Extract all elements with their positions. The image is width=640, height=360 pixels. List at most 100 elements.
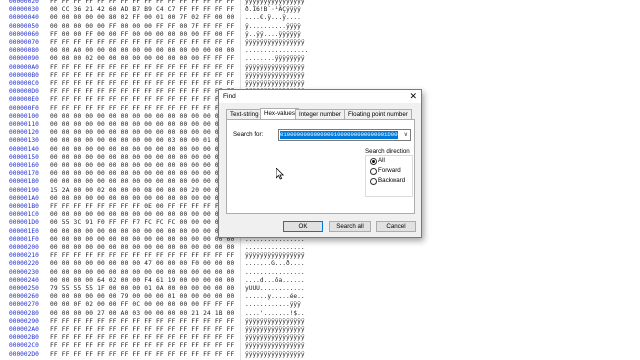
- row-bytes[interactable]: 00 00 00 00 00 00 00 00 00 00 00 00 00 0…: [50, 195, 234, 203]
- row-bytes[interactable]: 00 00 00 00 00 00 00 00 00 00 00 00 00 0…: [50, 162, 234, 170]
- row-bytes[interactable]: 00 00 00 00 00 00 00 00 00 00 00 00 00 0…: [50, 211, 234, 219]
- row-ascii[interactable]: ÿÿÿÿÿÿÿÿÿÿÿÿÿÿÿÿ: [245, 80, 305, 88]
- search-for-value[interactable]: 01000000000000001000000000000001D000000: [280, 131, 398, 139]
- row-bytes[interactable]: FF FF FF FF FF FF FF FF FF FF FF FF FF F…: [50, 334, 234, 342]
- row-offset: 000001D0: [9, 219, 39, 227]
- row-ascii[interactable]: ................: [245, 269, 305, 277]
- row-bytes[interactable]: 00 00 00 00 00 00 00 00 00 00 00 00 00 0…: [50, 269, 234, 277]
- row-bytes[interactable]: 00 00 00 00 27 00 A0 03 00 00 00 00 21 2…: [50, 310, 234, 318]
- row-bytes[interactable]: FF 00 00 FF 00 00 FF 00 00 00 00 00 00 F…: [50, 31, 234, 39]
- row-offset: 00000190: [9, 186, 39, 194]
- row-ascii[interactable]: ÿÿÿÿÿÿÿÿÿÿÿÿÿÿÿÿ: [245, 252, 305, 260]
- row-offset: 00000100: [9, 112, 39, 120]
- radio-all-label[interactable]: All: [378, 157, 385, 164]
- row-ascii[interactable]: ............ÿÿÿ: [245, 301, 301, 309]
- row-bytes[interactable]: FF FF FF FF FF FF FF FF FF FF FF FF FF F…: [50, 342, 234, 350]
- row-bytes[interactable]: 00 00 00 00 00 00 00 00 00 00 00 00 00 0…: [50, 121, 234, 129]
- row-bytes[interactable]: 00 00 00 00 00 00 00 00 00 00 00 00 00 0…: [50, 178, 234, 186]
- row-ascii[interactable]: yUUU............: [245, 285, 305, 293]
- row-ascii[interactable]: ÿÿÿÿÿÿÿÿÿÿÿÿÿÿÿÿ: [245, 351, 305, 359]
- row-bytes[interactable]: 00 00 00 00 00 00 79 00 00 00 01 00 00 0…: [50, 293, 234, 301]
- row-bytes[interactable]: FF FF FF FF FF FF FF FF FF FF FF FF FF F…: [50, 96, 234, 104]
- row-bytes[interactable]: 00 00 00 00 00 00 00 00 47 00 00 00 F0 0…: [50, 260, 234, 268]
- row-ascii[interactable]: ........ÿÿÿÿÿÿÿÿ: [245, 55, 305, 63]
- row-bytes[interactable]: FF FF FF FF FF FF FF FF FF FF FF FF FF F…: [50, 39, 234, 47]
- row-offset: 000000C0: [9, 80, 39, 87]
- row-bytes[interactable]: 00 00 00 00 00 00 00 00 00 00 00 00 00 0…: [50, 170, 234, 178]
- search-for-combobox[interactable]: 01000000000000001000000000000001D000000 …: [278, 129, 411, 141]
- row-ascii[interactable]: ð.Ì6!B`­·¹ÄÇÿÿÿÿ: [245, 6, 301, 14]
- row-ascii[interactable]: ÿ..ÿÿ....ÿÿÿÿÿÿ: [245, 31, 301, 39]
- row-bytes[interactable]: 00 00 00 00 00 00 00 00 00 00 00 00 00 0…: [50, 236, 234, 244]
- row-offset: 00000140: [9, 145, 39, 153]
- row-bytes[interactable]: 00 00 00 00 00 00 00 00 00 00 00 00 00 0…: [50, 129, 234, 137]
- row-ascii[interactable]: ....d...ôa......: [245, 277, 305, 285]
- row-offset: 00000150: [9, 153, 39, 161]
- row-ascii[interactable]: ................: [245, 244, 305, 252]
- row-offset: 000000E0: [9, 96, 39, 104]
- row-bytes[interactable]: 00 00 00 00 64 02 00 00 F4 61 19 00 00 0…: [50, 277, 234, 285]
- radio-backward[interactable]: [370, 178, 377, 185]
- row-bytes[interactable]: 15 2A 00 00 02 00 00 00 08 00 00 00 20 0…: [50, 187, 234, 195]
- row-ascii[interactable]: ÿÿÿÿÿÿÿÿÿÿÿÿÿÿÿÿ: [245, 342, 305, 350]
- radio-all[interactable]: [370, 158, 377, 165]
- row-ascii[interactable]: ÿÿÿÿÿÿÿÿÿÿÿÿÿÿÿÿ: [245, 64, 305, 72]
- row-ascii[interactable]: .......G...ð....: [245, 260, 305, 268]
- row-offset: 000002C0: [9, 342, 39, 350]
- row-bytes[interactable]: FF FF FF FF FF FF FF FF FF FF FF FF FF F…: [50, 105, 234, 113]
- row-ascii[interactable]: .................: [245, 47, 308, 55]
- row-bytes[interactable]: 00 00 00 00 00 FF 00 00 00 FF FF 00 7F F…: [50, 23, 234, 31]
- tab-panel: Search for: 0100000000000000100000000000…: [226, 119, 415, 214]
- row-bytes[interactable]: 00 00 00 00 00 00 00 00 00 00 03 00 00 0…: [50, 137, 234, 145]
- row-bytes[interactable]: 00 00 00 00 00 00 00 00 00 00 00 00 00 0…: [50, 146, 234, 154]
- row-offset: 00000020: [9, 0, 39, 5]
- row-ascii[interactable]: ÿÿÿÿÿÿÿÿÿÿÿÿÿÿÿÿ: [245, 72, 305, 80]
- row-ascii[interactable]: ....'.......!$..: [245, 310, 305, 318]
- cancel-button[interactable]: Cancel: [376, 221, 416, 232]
- ok-button[interactable]: OK: [283, 221, 323, 232]
- row-offset: 00000030: [9, 6, 39, 14]
- row-bytes[interactable]: 00 55 3C 91 F0 FF FF F7 FC FC FC 00 00 0…: [50, 219, 234, 227]
- row-ascii[interactable]: ....€.ÿ...ÿ....: [245, 14, 301, 22]
- row-bytes[interactable]: 00 00 0F 02 00 00 FF 0C 00 00 00 00 00 F…: [50, 301, 234, 309]
- row-bytes[interactable]: FF FF FF FF FF FF FF FF FF FF FF FF FF F…: [50, 252, 234, 260]
- row-bytes[interactable]: 00 00 A0 00 00 00 00 00 00 00 00 00 00 0…: [50, 47, 234, 55]
- row-bytes[interactable]: FF FF FF FF FF FF FF FF FF FF FF FF FF F…: [50, 80, 234, 88]
- row-bytes[interactable]: 00 00 00 00 00 00 00 00 00 00 00 00 00 0…: [50, 244, 234, 252]
- row-bytes[interactable]: FF FF FF FF FF FF FF FF FF FF FF FF FF F…: [50, 88, 234, 96]
- row-bytes[interactable]: FF FF FF FF FF FF FF FF 0E 00 FF FF FF F…: [50, 203, 234, 211]
- close-icon[interactable]: ✕: [409, 91, 417, 101]
- row-bytes[interactable]: 00 00 00 00 00 00 00 00 00 00 00 00 00 0…: [50, 113, 234, 121]
- row-ascii[interactable]: ÿÿÿÿÿÿÿÿÿÿÿÿÿÿÿÿ: [245, 318, 305, 326]
- row-bytes[interactable]: 00 00 00 00 00 00 00 00 00 00 00 00 00 0…: [50, 154, 234, 162]
- row-ascii[interactable]: ÿÿÿÿÿÿÿÿÿÿÿÿÿÿÿÿ: [245, 334, 305, 342]
- search-all-button[interactable]: Search all: [329, 221, 371, 232]
- row-offset: 00000260: [9, 293, 39, 301]
- radio-forward[interactable]: [370, 168, 377, 175]
- row-bytes[interactable]: 00 00 00 02 00 00 00 00 00 00 00 00 00 F…: [50, 55, 234, 63]
- row-ascii[interactable]: ÿ..........ÿÿÿÿ: [245, 23, 301, 31]
- chevron-down-icon[interactable]: ∨: [404, 130, 408, 140]
- row-offset: 00000040: [9, 14, 39, 22]
- row-offset: 000002D0: [9, 350, 39, 358]
- row-bytes[interactable]: FF FF FF FF FF FF FF FF FF FF FF FF FF F…: [50, 0, 234, 6]
- row-ascii[interactable]: ÿÿÿÿÿÿÿÿÿÿÿÿÿÿÿÿ: [245, 39, 305, 47]
- row-bytes[interactable]: FF FF FF FF FF FF FF FF FF FF FF FF FF F…: [50, 351, 234, 359]
- row-bytes[interactable]: FF FF FF FF FF FF FF FF FF FF FF FF FF F…: [50, 326, 234, 334]
- row-bytes[interactable]: FF FF FF FF FF FF FF FF FF FF FF FF FF F…: [50, 64, 234, 72]
- row-bytes[interactable]: 79 55 55 55 1F 00 00 00 01 0A 00 00 00 0…: [50, 285, 234, 293]
- row-ascii[interactable]: ÿÿÿÿÿÿÿÿÿÿÿÿÿÿÿÿ: [245, 326, 305, 334]
- row-bytes[interactable]: FF FF FF FF FF FF FF FF FF FF FF FF FF F…: [50, 72, 234, 80]
- radio-forward-label[interactable]: Forward: [378, 167, 401, 174]
- row-ascii[interactable]: ......y.....ée..: [245, 293, 305, 301]
- row-bytes[interactable]: FF FF FF FF FF FF FF FF FF FF FF FF FF F…: [50, 318, 234, 326]
- row-bytes[interactable]: 00 00 00 00 00 80 02 FF 00 01 00 7F 02 F…: [50, 14, 234, 22]
- row-offset: 00000060: [9, 30, 39, 38]
- radio-backward-label[interactable]: Backward: [378, 177, 405, 184]
- row-offset: 00000090: [9, 55, 39, 63]
- row-offset: 00000110: [9, 121, 39, 128]
- row-offset: 00000120: [9, 129, 39, 137]
- row-offset: 000000F0: [9, 104, 39, 112]
- row-bytes[interactable]: 00 CC 36 21 42 60 AD B7 B9 C4 C7 FF FF F…: [50, 6, 234, 14]
- row-bytes[interactable]: 00 00 00 00 00 00 00 00 00 00 00 00 00 0…: [50, 228, 234, 236]
